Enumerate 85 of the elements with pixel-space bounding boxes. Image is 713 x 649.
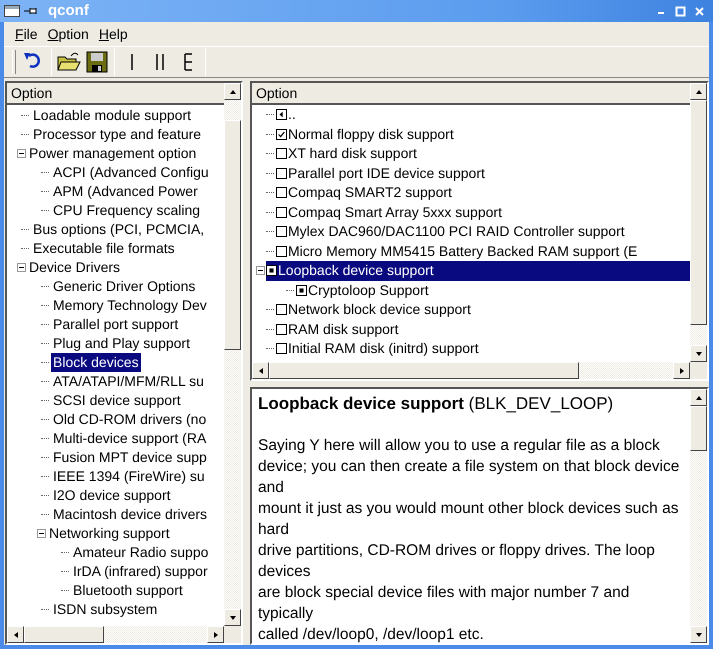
tree-item[interactable]: ATA/ATAPI/MFM/RLL su [51, 372, 206, 391]
close-icon[interactable] [694, 6, 705, 16]
option-item[interactable]: Compaq Smart Array 5xxx support [288, 202, 502, 223]
scroll-left-button[interactable] [7, 626, 24, 643]
option-item[interactable]: Network block device support [288, 299, 471, 320]
tree-item[interactable]: I2O device support [51, 486, 173, 505]
scroll-left-button[interactable] [252, 362, 269, 379]
scroll-up-button[interactable] [224, 83, 241, 100]
scroll-up-button[interactable] [690, 83, 707, 100]
tree-item[interactable]: Device Drivers [27, 258, 122, 277]
tree-item[interactable]: Parallel port support [51, 315, 180, 334]
tree-item[interactable]: CPU Frequency scaling [51, 201, 202, 220]
scrollbar-thumb[interactable] [24, 626, 104, 643]
menu-item[interactable]: File [10, 24, 43, 44]
scrollbar-thumb[interactable] [690, 406, 707, 451]
scroll-down-button[interactable] [690, 345, 707, 362]
column-header[interactable]: Option [256, 83, 298, 104]
tree-item[interactable]: APM (Advanced Power [51, 182, 200, 201]
checkbox[interactable] [276, 324, 287, 335]
tree-item[interactable]: IEEE 1394 (FireWire) su [51, 467, 207, 486]
tree-item[interactable]: Macintosh device drivers [51, 505, 210, 524]
tree-item[interactable]: Generic Driver Options [51, 277, 198, 296]
scrollbar-thumb[interactable] [690, 100, 707, 325]
scroll-up-button[interactable] [690, 389, 707, 406]
help-heading: Loopback device support (BLK_DEV_LOOP) [258, 393, 614, 414]
tree-item[interactable]: Power management option [27, 144, 198, 163]
checkbox[interactable] [276, 168, 287, 179]
tree-item[interactable]: Bluetooth support [71, 581, 185, 600]
checkbox[interactable] [276, 246, 287, 257]
checkbox[interactable] [276, 128, 287, 140]
option-item[interactable]: Parallel port IDE device support [288, 162, 485, 184]
option-item[interactable]: Initial RAM disk (initrd) support [288, 338, 479, 360]
tree-item[interactable]: ISDN subsystem [51, 600, 160, 619]
option-item[interactable]: Mylex DAC960/DAC1100 PCI RAID Controller support [288, 221, 625, 242]
tree-item[interactable]: Networking support [47, 524, 172, 543]
tree-item[interactable]: SCSI device support [51, 391, 183, 410]
tree-item[interactable]: Memory Technology Dev [51, 296, 209, 315]
tree-item[interactable]: Multi-device support (RA [51, 429, 208, 448]
tree-item[interactable]: Loadable module support [31, 106, 194, 125]
menu-item[interactable]: Help [94, 24, 133, 44]
module-checkbox[interactable] [266, 265, 277, 276]
collapse-icon[interactable] [256, 266, 265, 276]
checkbox[interactable] [276, 343, 287, 354]
back-icon[interactable] [276, 109, 287, 120]
option-item[interactable]: Compaq SMART2 support [288, 182, 452, 204]
checkbox[interactable] [276, 187, 287, 198]
menu-item[interactable]: Option [42, 24, 94, 44]
maximize-icon[interactable] [675, 6, 686, 16]
tree-item[interactable]: IrDA (infrared) suppor [71, 562, 210, 581]
collapse-icon[interactable] [17, 149, 26, 158]
checkbox[interactable] [276, 206, 287, 218]
option-item[interactable]: .. [288, 104, 296, 126]
scroll-right-button[interactable] [207, 626, 224, 643]
tree-item[interactable]: Processor type and feature [31, 125, 204, 144]
tree-item[interactable]: Old CD-ROM drivers (no [51, 410, 208, 429]
option-item[interactable]: Micro Memory MM5415 Battery Backed RAM support (E [288, 240, 638, 262]
tree-item[interactable]: Fusion MPT device supp [51, 448, 209, 467]
collapse-icon[interactable] [37, 529, 46, 538]
option-item[interactable]: Normal floppy disk support [288, 124, 454, 145]
module-checkbox[interactable] [296, 284, 307, 296]
window-title: qconf [48, 0, 89, 21]
tree-item[interactable]: Amateur Radio suppo [71, 543, 210, 562]
scroll-down-button[interactable] [224, 609, 241, 626]
checkbox[interactable] [276, 304, 287, 316]
scrollbar-thumb[interactable] [224, 120, 241, 350]
option-item[interactable]: RAM disk support [288, 318, 398, 340]
scrollbar-corner [224, 626, 241, 643]
scroll-down-button[interactable] [690, 626, 707, 643]
collapse-icon[interactable] [17, 263, 26, 272]
tree-item[interactable]: Executable file formats [31, 239, 177, 258]
checkbox[interactable] [276, 148, 287, 160]
scrollbar-thumb[interactable] [269, 362, 579, 379]
option-item[interactable]: Cryptoloop Support [308, 280, 429, 301]
option-item[interactable]: XT hard disk support [288, 143, 417, 164]
scroll-right-button[interactable] [673, 362, 690, 379]
column-header[interactable]: Option [11, 83, 52, 104]
help-text: called /dev/loop0, /dev/loop1 etc. [258, 625, 485, 643]
tree-item[interactable]: Bus options (PCI, PCMCIA, [31, 220, 206, 239]
check-mark-icon [278, 131, 285, 138]
checkbox[interactable] [276, 226, 287, 238]
tree-item[interactable]: ACPI (Advanced Configu [51, 163, 211, 182]
app-icon [4, 5, 20, 17]
tree-item[interactable]: Block devices [51, 353, 141, 372]
scrollbar-corner [690, 362, 707, 379]
tree-item[interactable]: Plug and Play support [51, 334, 192, 353]
